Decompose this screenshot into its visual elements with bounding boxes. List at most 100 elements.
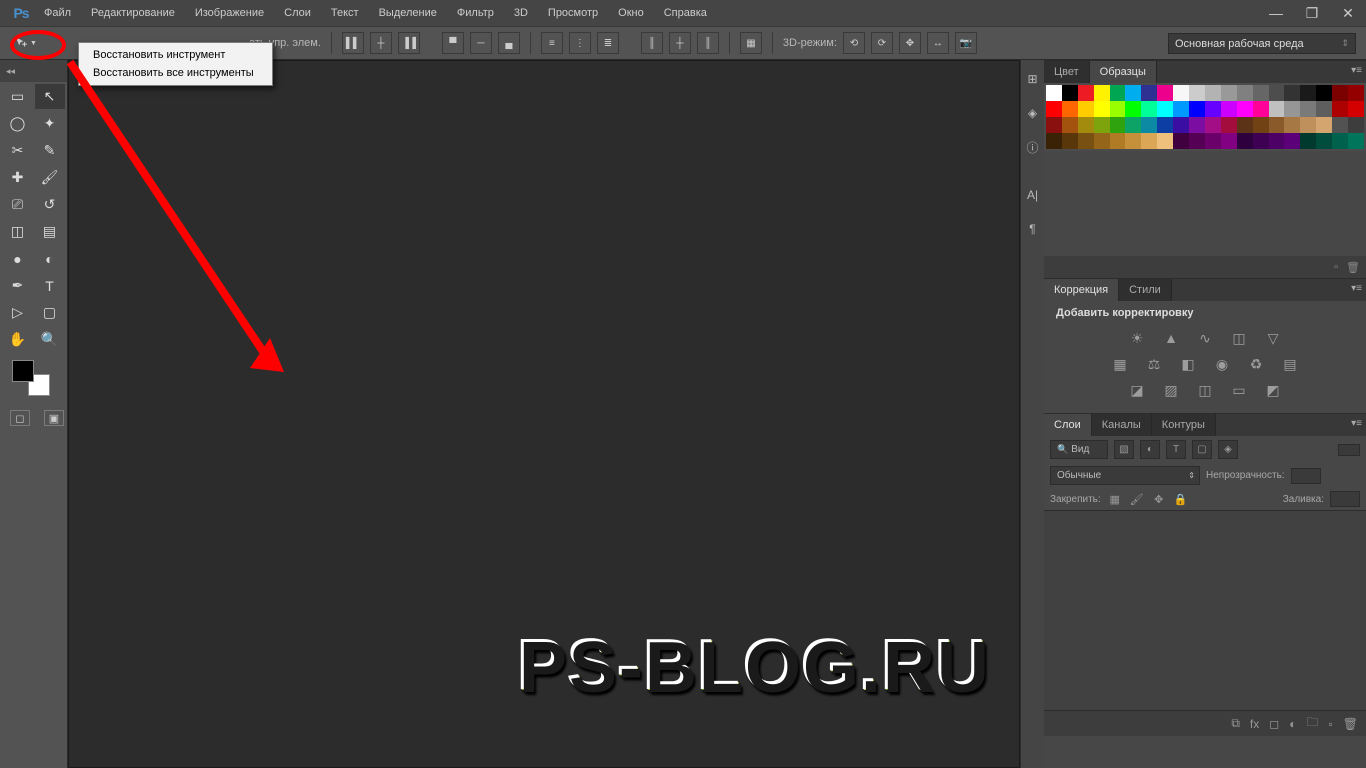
swatch[interactable] [1173, 117, 1189, 133]
swatch[interactable] [1094, 101, 1110, 117]
swatch[interactable] [1205, 133, 1221, 149]
swatch[interactable] [1269, 133, 1285, 149]
histogram-icon[interactable]: ⊞ [1024, 70, 1042, 88]
layer-style-icon[interactable]: fx [1250, 717, 1259, 731]
swatch[interactable] [1157, 85, 1173, 101]
swatch[interactable] [1046, 117, 1062, 133]
swatch[interactable] [1078, 85, 1094, 101]
lasso-tool[interactable]: ◯ [3, 111, 33, 136]
menu-3d[interactable]: 3D [504, 0, 538, 26]
lock-pixels-icon[interactable]: 🖌 [1129, 491, 1145, 507]
swatch[interactable] [1300, 117, 1316, 133]
gradient-tool[interactable]: ▤ [35, 219, 65, 244]
menu-view[interactable]: Просмотр [538, 0, 608, 26]
tab-paths[interactable]: Контуры [1152, 414, 1216, 436]
swatch[interactable] [1237, 101, 1253, 117]
channel-mixer-icon[interactable]: ♻ [1246, 355, 1266, 373]
menu-file[interactable]: Файл [34, 0, 81, 26]
swatch[interactable] [1062, 117, 1078, 133]
roll-3d-button[interactable]: ⟳ [871, 32, 893, 54]
menu-image[interactable]: Изображение [185, 0, 274, 26]
swatch[interactable] [1284, 85, 1300, 101]
swatch[interactable] [1316, 85, 1332, 101]
swatch[interactable] [1125, 85, 1141, 101]
distribute-bottom-button[interactable]: ≣ [597, 32, 619, 54]
close-button[interactable]: ✕ [1330, 0, 1366, 26]
threshold-icon[interactable]: ◫ [1195, 381, 1215, 399]
panel-menu-icon[interactable]: ▾≡ [1351, 65, 1362, 76]
swatch[interactable] [1237, 85, 1253, 101]
swatch[interactable] [1078, 117, 1094, 133]
swatch[interactable] [1284, 101, 1300, 117]
swatch[interactable] [1062, 101, 1078, 117]
eraser-tool[interactable]: ◫ [3, 219, 33, 244]
swatch[interactable] [1253, 85, 1269, 101]
swatch[interactable] [1078, 101, 1094, 117]
blur-tool[interactable]: ● [3, 246, 33, 271]
swatch[interactable] [1141, 133, 1157, 149]
swatch[interactable] [1300, 85, 1316, 101]
filter-smart-icon[interactable]: ◈ [1218, 440, 1238, 459]
lock-all-icon[interactable]: 🔒 [1173, 491, 1189, 507]
photo-filter-icon[interactable]: ◉ [1212, 355, 1232, 373]
swatch[interactable] [1269, 101, 1285, 117]
swatch[interactable] [1046, 101, 1062, 117]
eyedropper-tool[interactable]: ✎ [35, 138, 65, 163]
swatch[interactable] [1189, 85, 1205, 101]
new-group-icon[interactable]: 🗀 [1306, 713, 1318, 734]
swatch[interactable] [1269, 117, 1285, 133]
distribute-left-button[interactable]: ║ [641, 32, 663, 54]
move-tool[interactable]: ↖ [35, 84, 65, 109]
tab-swatches[interactable]: Образцы [1090, 61, 1157, 83]
swatch[interactable] [1269, 85, 1285, 101]
align-right-edges-button[interactable]: ▐▐ [398, 32, 420, 54]
swatch[interactable] [1094, 117, 1110, 133]
swatch[interactable] [1205, 101, 1221, 117]
swatch[interactable] [1221, 85, 1237, 101]
swatch[interactable] [1284, 117, 1300, 133]
swatch[interactable] [1253, 117, 1269, 133]
new-adjustment-icon[interactable]: ◐ [1289, 717, 1296, 731]
clone-stamp-tool[interactable]: ⎚ [3, 192, 33, 217]
orbit-3d-button[interactable]: ⟲ [843, 32, 865, 54]
swatch[interactable] [1173, 85, 1189, 101]
swatch[interactable] [1173, 101, 1189, 117]
panel-menu-icon[interactable]: ▾≡ [1351, 283, 1362, 294]
swatch[interactable] [1125, 133, 1141, 149]
foreground-color[interactable] [12, 360, 34, 382]
swatch[interactable] [1348, 85, 1364, 101]
levels-icon[interactable]: ▲ [1161, 329, 1181, 347]
crop-tool[interactable]: ✂ [3, 138, 33, 163]
swatch[interactable] [1316, 101, 1332, 117]
new-swatch-icon[interactable]: ▫ [1334, 261, 1338, 273]
swatch[interactable] [1078, 133, 1094, 149]
blend-mode-dropdown[interactable]: Обычные [1050, 466, 1200, 485]
zoom-tool[interactable]: 🔍 [35, 327, 65, 352]
swatch[interactable] [1332, 101, 1348, 117]
swatch[interactable] [1062, 85, 1078, 101]
swatch[interactable] [1094, 133, 1110, 149]
panel-menu-icon[interactable]: ▾≡ [1351, 418, 1362, 429]
align-bottom-edges-button[interactable]: ▄ [498, 32, 520, 54]
swatch[interactable] [1110, 85, 1126, 101]
pan-3d-button[interactable]: ✥ [899, 32, 921, 54]
swatch[interactable] [1221, 133, 1237, 149]
swatch[interactable] [1316, 133, 1332, 149]
magic-wand-tool[interactable]: ✦ [35, 111, 65, 136]
filter-shape-icon[interactable]: ▢ [1192, 440, 1212, 459]
posterize-icon[interactable]: ▨ [1161, 381, 1181, 399]
hue-sat-icon[interactable]: ▦ [1110, 355, 1130, 373]
color-balance-icon[interactable]: ⚖ [1144, 355, 1164, 373]
swatch[interactable] [1237, 133, 1253, 149]
tool-preset-picker[interactable]: ▼ [8, 31, 43, 55]
layer-filter-kind[interactable]: Вид [1050, 440, 1108, 459]
color-lookup-icon[interactable]: ▤ [1280, 355, 1300, 373]
swatch[interactable] [1348, 117, 1364, 133]
paragraph-icon[interactable]: ¶ [1024, 220, 1042, 238]
character-icon[interactable]: A| [1024, 186, 1042, 204]
swatch[interactable] [1332, 117, 1348, 133]
swatch[interactable] [1110, 133, 1126, 149]
swatches-grid[interactable] [1044, 83, 1366, 151]
swatch[interactable] [1348, 101, 1364, 117]
filter-adjust-icon[interactable]: ◐ [1140, 440, 1160, 459]
